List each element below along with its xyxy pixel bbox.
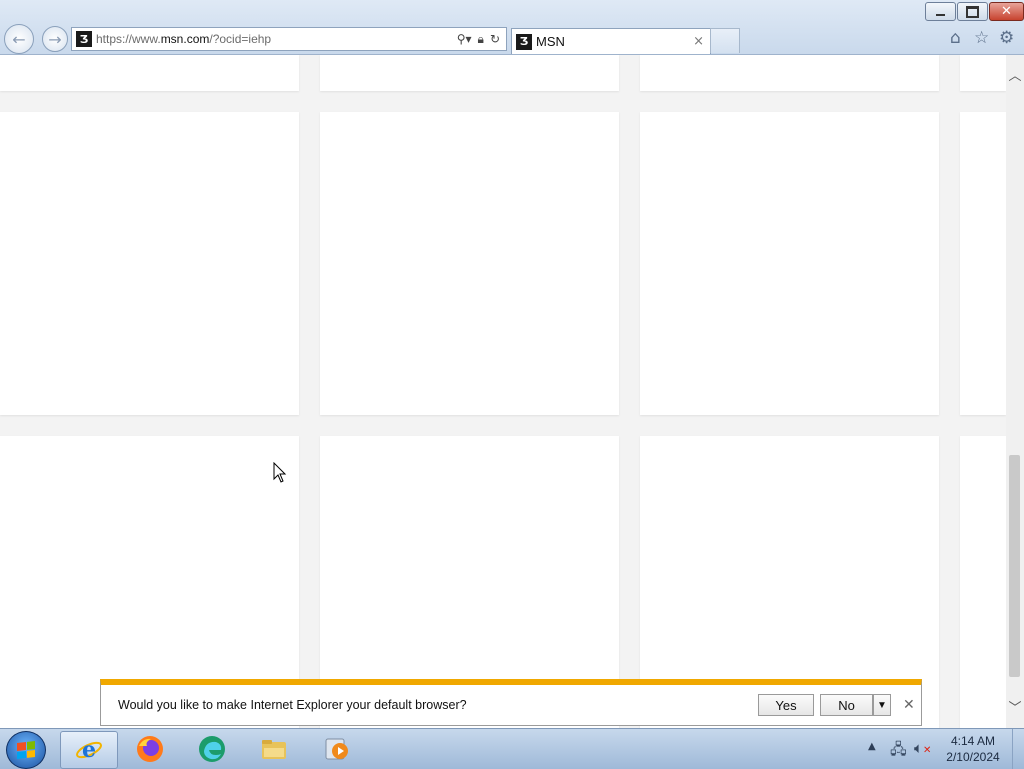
taskbar-firefox[interactable] [122, 731, 178, 767]
address-bar[interactable]: Ʒ https://www.msn.com/?ocid=iehp ⚲▾ 🔒︎ ↻ [71, 27, 507, 51]
tab-close-icon[interactable]: × [693, 34, 704, 49]
home-icon[interactable]: ⌂ [950, 28, 961, 48]
page-content[interactable] [0, 55, 1006, 728]
internet-explorer-icon: e [76, 737, 102, 763]
search-icon[interactable]: ⚲▾ [457, 32, 472, 46]
url-text[interactable]: https://www.msn.com/?ocid=iehp [96, 32, 457, 46]
content-tile[interactable] [640, 55, 939, 91]
favorites-star-icon[interactable]: ☆ [974, 28, 989, 48]
tools-gear-icon[interactable]: ⚙ [999, 28, 1014, 48]
forward-arrow-icon: → [48, 29, 62, 49]
system-clock[interactable]: 4:14 AM 2/10/2024 [940, 733, 1006, 765]
scroll-thumb[interactable] [1009, 455, 1020, 677]
refresh-icon[interactable]: ↻ [490, 32, 500, 46]
content-tile[interactable] [960, 55, 1006, 91]
show-desktop-button[interactable] [1012, 729, 1024, 769]
close-window-button[interactable]: ✕ [989, 2, 1024, 21]
firefox-icon [137, 736, 163, 762]
show-hidden-icons-arrow-icon[interactable]: ▲ [868, 741, 876, 752]
new-tab-button[interactable] [710, 28, 740, 53]
vertical-scrollbar[interactable]: ︿ ﹀ [1006, 55, 1024, 728]
content-tile[interactable] [320, 112, 619, 415]
media-player-icon [325, 738, 348, 760]
folder-icon [262, 740, 286, 759]
content-tile[interactable] [320, 55, 619, 91]
svg-text:e: e [82, 737, 96, 763]
windows-logo-icon [17, 741, 35, 759]
notification-close-icon[interactable]: ✕ [903, 697, 915, 713]
browser-chrome: ✕ ← → Ʒ https://www.msn.com/?ocid=iehp ⚲… [0, 0, 1024, 55]
network-icon[interactable]: 🖧︎ [890, 739, 907, 764]
minimize-button[interactable] [925, 2, 956, 21]
restore-button[interactable] [957, 2, 988, 21]
yes-button[interactable]: Yes [758, 694, 814, 716]
scroll-down-arrow-icon[interactable]: ﹀ [1006, 697, 1024, 716]
tab-title: MSN [536, 34, 565, 49]
mouse-cursor-icon [273, 462, 287, 483]
content-tile[interactable] [0, 112, 299, 415]
notification-message: Would you like to make Internet Explorer… [118, 698, 467, 712]
back-button[interactable]: ← [4, 24, 34, 54]
taskbar: e ▲ 🖧︎ 🔈︎ ✕ 4:14 AM 2/10/2024 [0, 728, 1024, 769]
taskbar-media-player[interactable] [308, 731, 364, 767]
default-browser-notification: Would you like to make Internet Explorer… [100, 679, 922, 726]
clock-date: 2/10/2024 [946, 750, 1000, 764]
forward-button[interactable]: → [42, 26, 68, 52]
edge-icon [199, 736, 225, 762]
scroll-up-arrow-icon[interactable]: ︿ [1006, 65, 1024, 84]
lock-icon[interactable]: 🔒︎ [478, 32, 484, 47]
start-button[interactable] [6, 731, 46, 769]
taskbar-file-explorer[interactable] [246, 731, 302, 767]
volume-muted-icon[interactable]: 🔈︎ ✕ [914, 739, 931, 757]
clock-time: 4:14 AM [950, 734, 996, 748]
msn-favicon-icon: Ʒ [76, 31, 92, 47]
tab-msn[interactable]: Ʒ MSN × [511, 28, 711, 54]
content-tile[interactable] [960, 112, 1006, 415]
back-arrow-icon: ← [12, 29, 26, 49]
content-tile[interactable] [0, 55, 299, 91]
taskbar-edge[interactable] [184, 731, 240, 767]
no-options-dropdown-icon[interactable]: ▼ [873, 694, 891, 716]
content-tile[interactable] [960, 436, 1006, 728]
no-button[interactable]: No [820, 694, 873, 716]
msn-tab-favicon-icon: Ʒ [516, 33, 532, 50]
taskbar-internet-explorer[interactable]: e [60, 731, 118, 769]
content-tile[interactable] [640, 112, 939, 415]
